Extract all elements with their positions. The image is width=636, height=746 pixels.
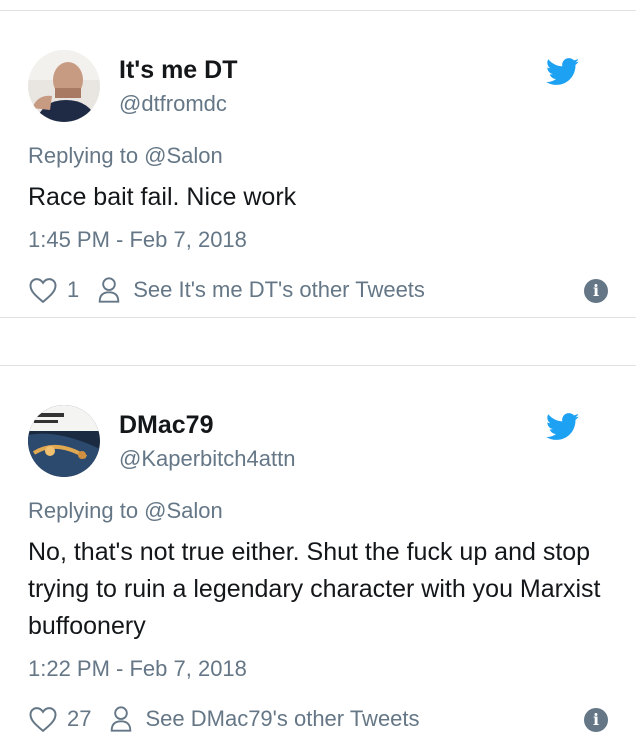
info-icon[interactable]: i <box>584 279 608 303</box>
avatar[interactable] <box>28 405 100 477</box>
tweet-actions: 27 See DMac79's other Tweets i <box>28 702 608 736</box>
tweet-card: It's me DT @dtfromdc Replying to @Salon … <box>0 11 636 318</box>
person-icon <box>111 706 132 732</box>
replying-to[interactable]: Replying to @Salon <box>28 498 608 524</box>
timestamp[interactable]: 1:22 PM - Feb 7, 2018 <box>28 656 608 682</box>
other-tweets-link[interactable]: See It's me DT's other Tweets <box>133 277 425 303</box>
tweet-text: No, that's not true either. Shut the fuc… <box>28 538 601 640</box>
twitter-bird-icon[interactable] <box>546 413 580 441</box>
tweet-card: DMac79 @Kaperbitch4attn Replying to @Sal… <box>0 366 636 746</box>
tweet-text: Race bait fail. Nice work <box>28 183 297 211</box>
tweet-header: It's me DT @dtfromdc <box>28 11 608 122</box>
display-name[interactable]: It's me DT <box>119 56 237 85</box>
twitter-bird-icon[interactable] <box>546 58 580 86</box>
replying-to[interactable]: Replying to @Salon <box>28 143 608 169</box>
display-name[interactable]: DMac79 <box>119 411 214 440</box>
avatar[interactable] <box>28 50 100 122</box>
tweet-actions: 1 See It's me DT's other Tweets i <box>28 273 608 307</box>
username[interactable]: @dtfromdc <box>119 91 227 117</box>
username[interactable]: @Kaperbitch4attn <box>119 446 295 472</box>
info-icon[interactable]: i <box>584 708 608 732</box>
top-divider <box>0 0 636 11</box>
person-icon <box>98 277 120 303</box>
other-tweets-link[interactable]: See DMac79's other Tweets <box>145 706 419 732</box>
divider <box>0 318 636 366</box>
like-count[interactable]: 27 <box>67 706 91 732</box>
like-count[interactable]: 1 <box>67 277 79 303</box>
heart-icon[interactable] <box>28 705 58 733</box>
heart-icon[interactable] <box>28 276 58 304</box>
timestamp[interactable]: 1:45 PM - Feb 7, 2018 <box>28 227 608 253</box>
tweet-header: DMac79 @Kaperbitch4attn <box>28 366 608 477</box>
